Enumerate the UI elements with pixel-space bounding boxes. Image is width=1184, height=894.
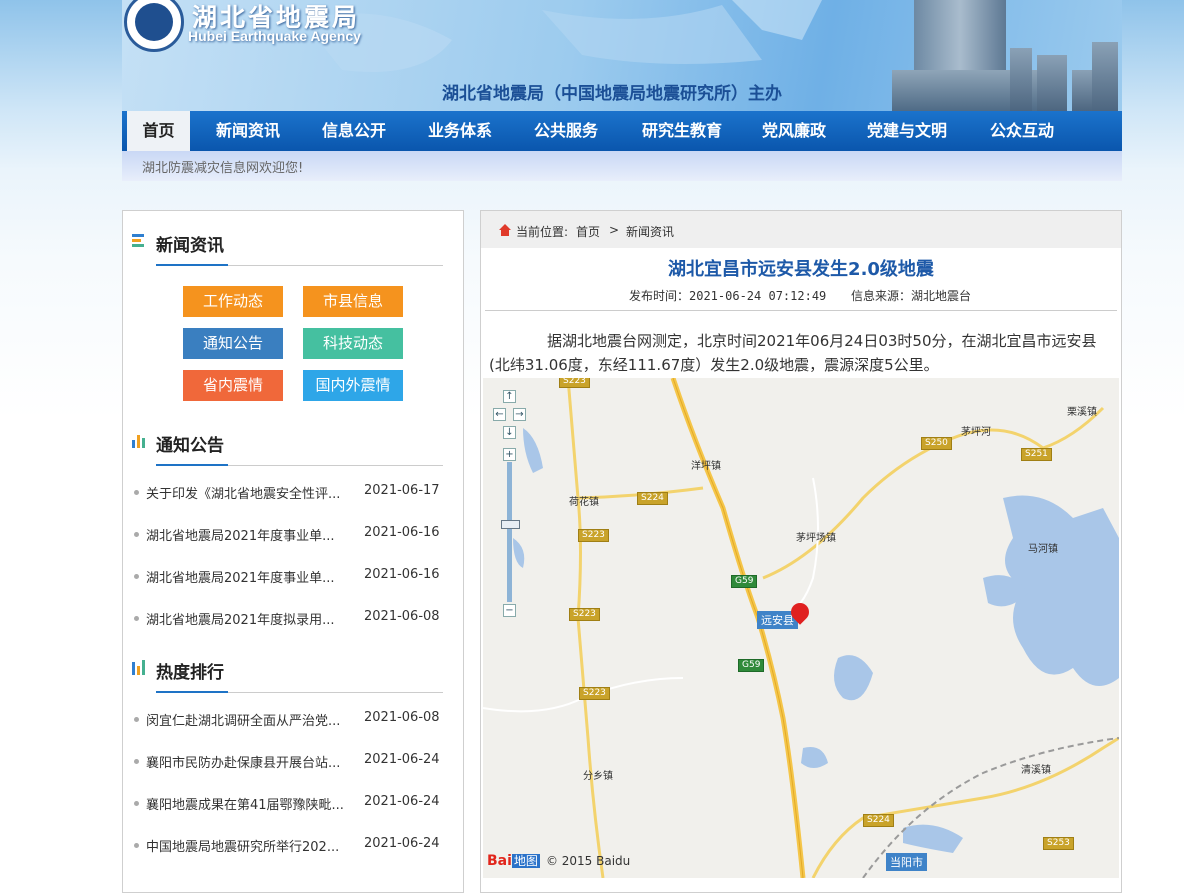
zoom-out-button[interactable]: − <box>503 604 516 617</box>
meta-divider <box>485 310 1117 311</box>
breadcrumb-home-link[interactable]: 首页 <box>576 223 600 240</box>
site-header: 湖北省地震局 Hubei Earthquake Agency 湖北省地震局（中国… <box>122 0 1122 111</box>
list-item[interactable]: 中国地震局地震研究所举行202... 2021-06-24 <box>134 836 454 856</box>
article-panel: 当前位置: 首页 > 新闻资讯 湖北宜昌市远安县发生2.0级地震 发布时间：20… <box>480 210 1122 893</box>
city-label: 当阳市 <box>886 853 927 871</box>
list-item[interactable]: 关于印发《湖北省地震安全性评... 2021-06-17 <box>134 483 454 503</box>
nav-item-public-interaction[interactable]: 公众互动 <box>977 111 1067 151</box>
notices-section-title: 通知公告 <box>156 436 224 456</box>
road-shield: S223 <box>569 608 600 621</box>
map-place-label: 洋坪镇 <box>691 461 721 472</box>
road-shield: S224 <box>637 492 668 505</box>
ranking-icon <box>132 660 145 675</box>
provincial-quake-button[interactable]: 省内震情 <box>183 370 283 401</box>
road-shield: S250 <box>921 437 952 450</box>
road-shield: G59 <box>738 659 765 672</box>
side-building <box>1072 70 1094 111</box>
map-place-label: 马河镇 <box>1028 544 1058 555</box>
road-shield: S251 <box>1021 448 1052 461</box>
map-place-label: 栗溪镇 <box>1067 407 1097 418</box>
welcome-text: 湖北防震减灾信息网欢迎您! <box>142 161 304 176</box>
article-body: 据湖北地震台网测定，北京时间2021年06月24日03时50分，在湖北宜昌市远安… <box>489 332 1097 374</box>
pan-down-button[interactable]: ↓ <box>503 426 516 439</box>
baidu-logo: Bai <box>487 853 512 869</box>
sidebar: 新闻资讯 工作动态 市县信息 通知公告 科技动态 省内震情 国内外震情 通知公告… <box>122 210 464 893</box>
section-divider <box>156 264 443 266</box>
main-nav: 首页 新闻资讯 信息公开 业务体系 公共服务 研究生教育 党风廉政 党建与文明 … <box>122 111 1122 151</box>
agency-name-en[interactable]: Hubei Earthquake Agency <box>188 28 361 44</box>
list-item[interactable]: 襄阳地震成果在第41届鄂豫陕毗... 2021-06-24 <box>134 794 454 814</box>
welcome-bar: 湖北防震减灾信息网欢迎您! <box>122 151 1122 181</box>
hot-section-title: 热度排行 <box>156 663 224 683</box>
baidu-logo-suffix: 地图 <box>511 854 540 868</box>
list-item[interactable]: 闵宜仁赴湖北调研全面从严治党... 2021-06-08 <box>134 710 454 730</box>
road-shield: S253 <box>1043 837 1074 850</box>
pan-left-button[interactable]: ← <box>493 408 506 421</box>
road-shield: G59 <box>731 575 758 588</box>
road-shield: S224 <box>863 814 894 827</box>
section-divider <box>156 464 443 466</box>
list-item[interactable]: 湖北省地震局2021年度事业单... 2021-06-16 <box>134 567 454 587</box>
list-item[interactable]: 湖北省地震局2021年度拟录用... 2021-06-08 <box>134 609 454 629</box>
news-section-title: 新闻资讯 <box>156 236 224 256</box>
zoom-slider-track[interactable] <box>507 462 512 602</box>
tech-news-button[interactable]: 科技动态 <box>303 328 403 359</box>
pan-right-button[interactable]: → <box>513 408 526 421</box>
baidu-map[interactable]: ↑ ← → ↓ + − 洋坪镇 荷花镇 茅坪河 栗溪镇 茅坪场镇 马河镇 分乡镇… <box>483 378 1119 878</box>
sponsor-text: 湖北省地震局（中国地震局地震研究所）主办 <box>442 84 782 104</box>
list-bars-icon <box>132 234 144 247</box>
breadcrumb-current[interactable]: 新闻资讯 <box>626 223 674 240</box>
road-shield: S223 <box>579 687 610 700</box>
side-building <box>1010 48 1032 111</box>
list-item[interactable]: 湖北省地震局2021年度事业单... 2021-06-16 <box>134 525 454 545</box>
road-shield: S223 <box>578 529 609 542</box>
list-item[interactable]: 襄阳市民防办赴保康县开展台站... 2021-06-24 <box>134 752 454 772</box>
map-place-label: 茅坪河 <box>961 427 991 438</box>
nav-item-integrity[interactable]: 党风廉政 <box>751 111 837 151</box>
road-shield: S223 <box>559 378 590 388</box>
county-info-button[interactable]: 市县信息 <box>303 286 403 317</box>
baidu-attribution[interactable]: Bai 地图 © 2015 Baidu <box>487 852 630 869</box>
work-news-button[interactable]: 工作动态 <box>183 286 283 317</box>
side-building <box>1092 42 1118 111</box>
bar-chart-icon <box>132 435 145 448</box>
breadcrumb-prefix: 当前位置: <box>516 225 569 239</box>
info-source: 信息来源：湖北地震台 <box>851 289 972 303</box>
article-title: 湖北宜昌市远安县发生2.0级地震 <box>668 259 934 280</box>
notices-button[interactable]: 通知公告 <box>183 328 283 359</box>
nav-item-graduate-education[interactable]: 研究生教育 <box>632 111 732 151</box>
nav-item-news[interactable]: 新闻资讯 <box>205 111 291 151</box>
section-divider <box>156 691 443 693</box>
map-place-label: 分乡镇 <box>583 771 613 782</box>
pan-up-button[interactable]: ↑ <box>503 390 516 403</box>
map-copyright: © 2015 Baidu <box>545 854 631 868</box>
map-place-label: 清溪镇 <box>1021 765 1051 776</box>
breadcrumb-separator: > <box>609 223 620 237</box>
publish-time: 发布时间：2021-06-24 07:12:49 <box>629 289 827 303</box>
nav-item-party-building[interactable]: 党建与文明 <box>857 111 957 151</box>
zoom-in-button[interactable]: + <box>503 448 516 461</box>
breadcrumb: 当前位置: 首页 > 新闻资讯 <box>481 211 1121 248</box>
nav-item-business[interactable]: 业务体系 <box>417 111 503 151</box>
nav-item-public-service[interactable]: 公共服务 <box>523 111 609 151</box>
nav-item-info-disclosure[interactable]: 信息公开 <box>311 111 397 151</box>
zoom-slider-handle[interactable] <box>501 520 520 529</box>
map-place-label: 茅坪场镇 <box>796 533 836 544</box>
map-place-label: 荷花镇 <box>569 497 599 508</box>
nav-item-home[interactable]: 首页 <box>127 111 190 151</box>
side-building <box>1037 55 1067 111</box>
domestic-intl-quake-button[interactable]: 国内外震情 <box>303 370 403 401</box>
home-icon <box>499 224 511 236</box>
